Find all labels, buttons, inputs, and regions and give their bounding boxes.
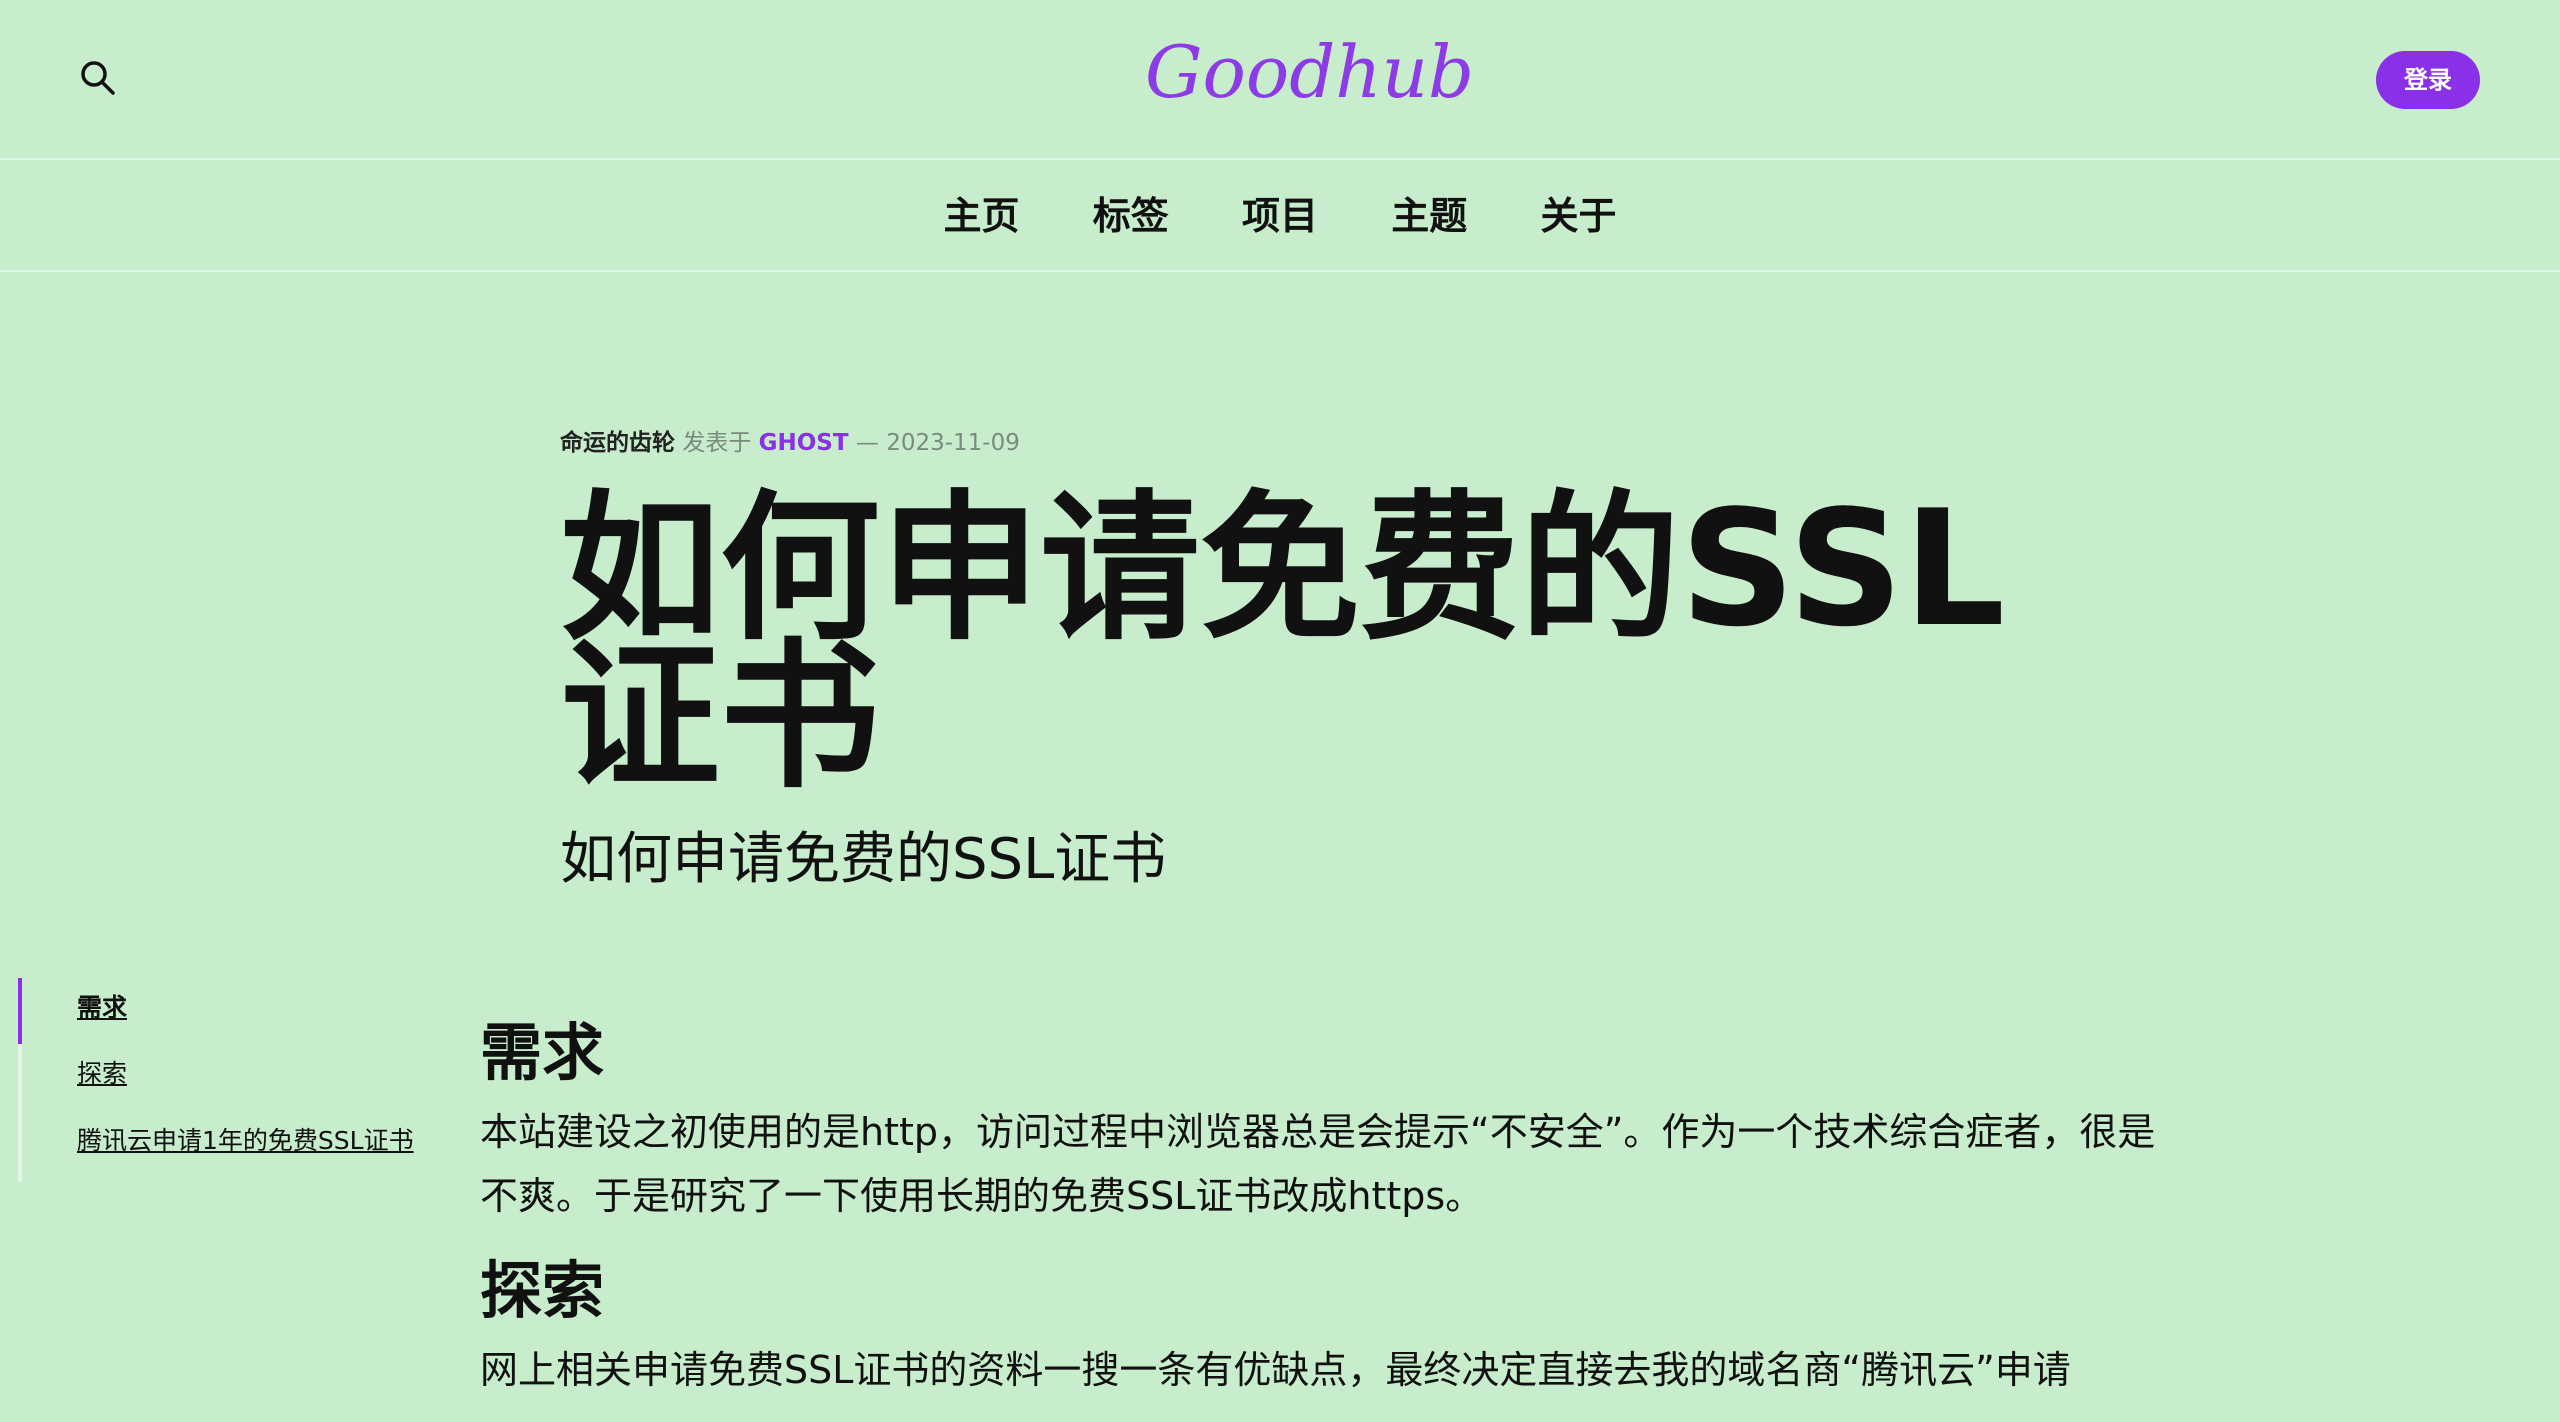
nav-item-about[interactable]: 关于: [1540, 160, 1616, 272]
login-button[interactable]: 登录: [2376, 51, 2480, 109]
toc-item-requirements[interactable]: 需求: [77, 988, 127, 1024]
site-logo[interactable]: Goodhub: [1145, 22, 1474, 122]
section-heading: 探索: [480, 1254, 605, 1327]
post-content: 需求 本站建设之初使用的是http，访问过程中浏览器总是会提示“不安全”。作为一…: [480, 1010, 2160, 1422]
section-heading: 需求: [480, 1016, 605, 1089]
post-meta: 命运的齿轮 发表于 GHOST — 2023-11-09: [560, 426, 1020, 460]
nav-item-themes[interactable]: 主题: [1391, 160, 1467, 272]
search-button[interactable]: [78, 58, 118, 98]
toc-item-exploration[interactable]: 探索: [77, 1054, 127, 1090]
post-author[interactable]: 命运的齿轮: [560, 430, 675, 456]
post-subtitle: 如何申请免费的SSL证书: [560, 827, 1167, 892]
post-date: 2023-11-09: [886, 430, 1020, 456]
table-of-contents: 需求 探索 腾讯云申请1年的免费SSL证书: [18, 978, 438, 1182]
nav-item-projects[interactable]: 项目: [1242, 160, 1318, 272]
toc-active-indicator: [18, 978, 22, 1044]
post-tag[interactable]: GHOST: [759, 430, 849, 456]
site-header: Goodhub 登录: [0, 0, 2560, 160]
meta-separator: —: [855, 430, 879, 456]
nav-item-home[interactable]: 主页: [943, 160, 1019, 272]
section-paragraph: 本站建设之初使用的是http，访问过程中浏览器总是会提示“不安全”。作为一个技术…: [480, 1110, 2156, 1218]
toc-item-tencent-cloud[interactable]: 腾讯云申请1年的免费SSL证书: [77, 1121, 414, 1157]
section-paragraph: 网上相关申请免费SSL证书的资料一搜一条有优缺点，最终决定直接去我的域名商“腾讯…: [480, 1348, 2071, 1392]
published-in-label: 发表于: [682, 430, 752, 456]
post-title: 如何申请免费的SSL证书: [560, 475, 2006, 810]
nav-item-tags[interactable]: 标签: [1093, 160, 1169, 272]
main-nav: 主页 标签 项目 主题 关于: [0, 160, 2560, 272]
search-icon: [81, 61, 115, 95]
